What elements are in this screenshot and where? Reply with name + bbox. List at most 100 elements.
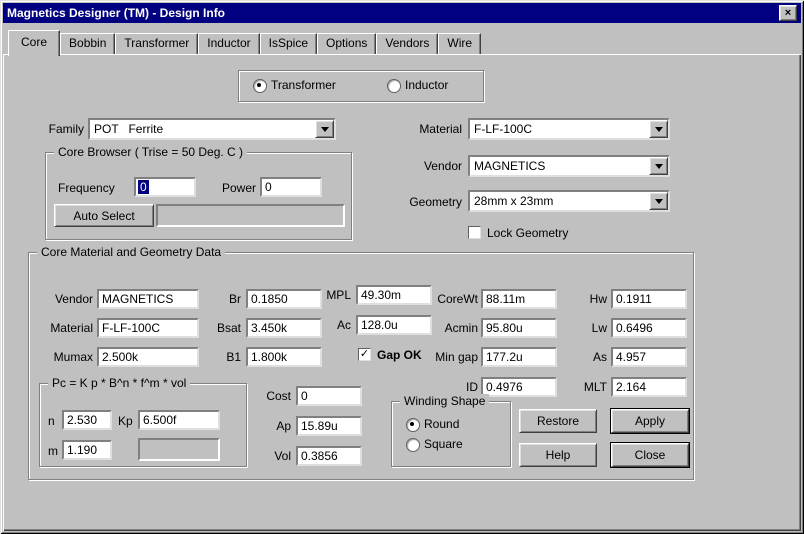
geometry-label: Geometry <box>392 195 462 209</box>
vol-input[interactable] <box>296 446 362 466</box>
inductor-radio-label[interactable]: Inductor <box>405 78 448 92</box>
cd-vendor-label: Vendor <box>29 292 93 306</box>
vendor-dropdown[interactable]: MAGNETICS <box>468 155 670 177</box>
lw-input[interactable] <box>611 318 687 338</box>
frequency-input[interactable]: 0 <box>134 177 196 197</box>
tab-core[interactable]: Core <box>8 30 60 56</box>
tab-options[interactable]: Options <box>317 33 376 54</box>
family-label: Family <box>42 122 84 136</box>
geometry-dropdown[interactable]: 28mm x 23mm <box>468 190 670 212</box>
ap-label: Ap <box>249 419 291 433</box>
m-input[interactable] <box>62 440 112 460</box>
tab-strip: Core Bobbin Transformer Inductor IsSpice… <box>8 31 481 56</box>
pc-formula-title: Pc = K p * B^n * f^m * vol <box>48 376 190 390</box>
transformer-radio-label[interactable]: Transformer <box>271 78 336 92</box>
b1-label: B1 <box>177 350 241 364</box>
frequency-value: 0 <box>138 180 149 194</box>
kp-label: Kp <box>118 414 133 428</box>
close-button[interactable]: × <box>779 5 797 21</box>
vol-label: Vol <box>249 449 291 463</box>
tab-bobbin[interactable]: Bobbin <box>60 33 115 54</box>
inductor-radio[interactable] <box>387 79 401 93</box>
power-input[interactable] <box>260 177 322 197</box>
geometry-value: 28mm x 23mm <box>470 192 649 210</box>
vendor-value: MAGNETICS <box>470 157 649 175</box>
material-value: F-LF-100C <box>470 120 649 138</box>
lw-label: Lw <box>543 321 607 335</box>
ac-label: Ac <box>287 318 351 332</box>
mumax-label: Mumax <box>29 350 93 364</box>
family-value: POT Ferrite <box>90 120 315 138</box>
family-dropdown[interactable]: POT Ferrite <box>88 118 336 140</box>
chevron-down-icon <box>655 164 663 169</box>
material-dropdown[interactable]: F-LF-100C <box>468 118 670 140</box>
core-browser-title: Core Browser ( Trise = 50 Deg. C ) <box>54 145 247 159</box>
chevron-down-icon <box>655 127 663 132</box>
round-radio-label[interactable]: Round <box>424 417 459 431</box>
chevron-down-icon <box>655 199 663 204</box>
b1-input[interactable] <box>246 347 322 367</box>
family-dropdown-button[interactable] <box>315 120 334 138</box>
title-bar: Magnetics Designer (TM) - Design Info × <box>3 3 801 23</box>
cost-input[interactable] <box>296 386 362 406</box>
auto-select-status-field <box>156 204 345 227</box>
min-gap-label: Min gap <box>414 350 478 364</box>
mlt-input[interactable] <box>611 377 687 397</box>
material-dropdown-button[interactable] <box>649 120 668 138</box>
br-label: Br <box>177 292 241 306</box>
acmin-label: Acmin <box>414 321 478 335</box>
material-label: Material <box>400 122 462 136</box>
n-label: n <box>48 414 55 428</box>
power-label: Power <box>222 181 256 195</box>
auto-select-button[interactable]: Auto Select <box>54 204 154 227</box>
pc-extra-field <box>138 438 220 461</box>
core-browser-group: Core Browser ( Trise = 50 Deg. C ) Frequ… <box>45 152 352 240</box>
restore-button[interactable]: Restore <box>519 409 597 433</box>
core-data-group: Core Material and Geometry Data Vendor M… <box>28 252 694 480</box>
pc-formula-group: Pc = K p * B^n * f^m * vol n Kp m <box>39 383 247 467</box>
close-icon: × <box>785 8 791 19</box>
tab-wire[interactable]: Wire <box>438 33 481 54</box>
kp-input[interactable] <box>138 410 220 430</box>
frequency-label: Frequency <box>58 181 115 195</box>
vendor-dropdown-button[interactable] <box>649 157 668 175</box>
core-data-title: Core Material and Geometry Data <box>37 245 225 259</box>
m-label: m <box>48 444 58 458</box>
hw-label: Hw <box>543 292 607 306</box>
window-title: Magnetics Designer (TM) - Design Info <box>7 6 779 20</box>
design-type-group: Transformer Inductor <box>238 70 484 102</box>
as-input[interactable] <box>611 347 687 367</box>
lock-geometry-checkbox[interactable] <box>468 226 481 239</box>
id-label: ID <box>414 380 478 394</box>
winding-shape-title: Winding Shape <box>400 394 489 408</box>
tab-vendors[interactable]: Vendors <box>376 33 438 54</box>
lock-geometry-label[interactable]: Lock Geometry <box>487 226 568 240</box>
bsat-label: Bsat <box>177 321 241 335</box>
as-label: As <box>543 350 607 364</box>
tab-inductor[interactable]: Inductor <box>198 33 259 54</box>
hw-input[interactable] <box>611 289 687 309</box>
mpl-label: MPL <box>287 288 351 302</box>
apply-button[interactable]: Apply <box>611 409 689 433</box>
n-input[interactable] <box>62 410 112 430</box>
mlt-label: MLT <box>543 380 607 394</box>
design-info-window: Magnetics Designer (TM) - Design Info × … <box>0 0 804 534</box>
square-radio-label[interactable]: Square <box>424 437 463 451</box>
gap-ok-checkbox[interactable]: ✓ <box>358 348 371 361</box>
close-dialog-button[interactable]: Close <box>611 443 689 467</box>
corewt-label: CoreWt <box>414 292 478 306</box>
square-radio[interactable] <box>406 438 420 452</box>
help-button[interactable]: Help <box>519 443 597 467</box>
tab-isspice[interactable]: IsSpice <box>260 33 317 54</box>
chevron-down-icon <box>321 127 329 132</box>
check-icon: ✓ <box>360 349 369 360</box>
cost-label: Cost <box>249 389 291 403</box>
transformer-radio[interactable] <box>253 79 267 93</box>
winding-shape-group: Winding Shape Round Square <box>391 401 511 467</box>
tab-transformer[interactable]: Transformer <box>115 33 198 54</box>
ap-input[interactable] <box>296 416 362 436</box>
cd-material-label: Material <box>29 321 93 335</box>
round-radio[interactable] <box>406 418 420 432</box>
geometry-dropdown-button[interactable] <box>649 192 668 210</box>
vendor-label: Vendor <box>400 159 462 173</box>
